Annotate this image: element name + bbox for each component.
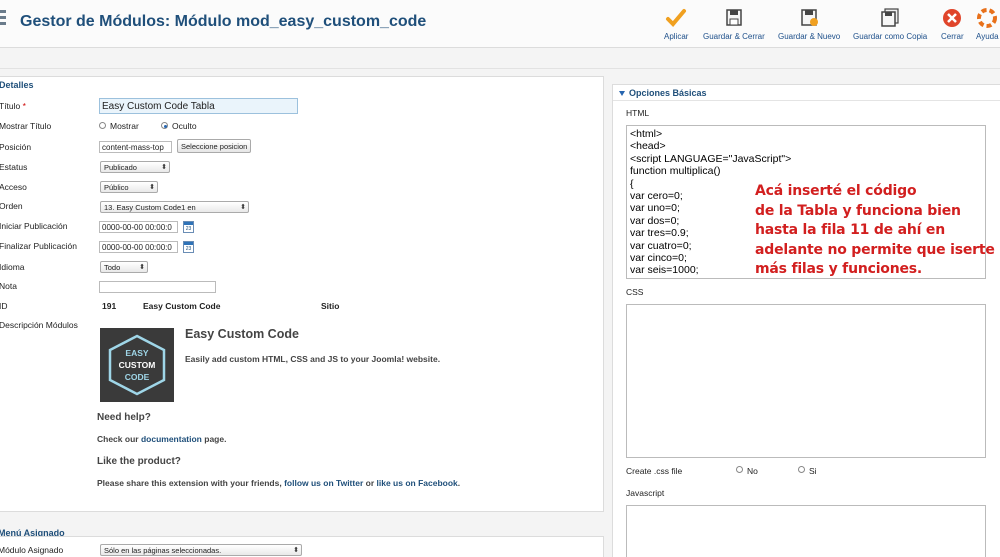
- details-panel: Detalles Título * Easy Custom Code Tabla…: [0, 76, 604, 512]
- calendar-icon[interactable]: 23: [183, 241, 194, 253]
- order-label: Orden: [0, 201, 23, 211]
- order-select[interactable]: 13. Easy Custom Code1 en ⬍: [100, 201, 249, 213]
- create-css-no-radio[interactable]: [736, 466, 743, 473]
- javascript-textarea[interactable]: [626, 505, 986, 557]
- close-icon: [943, 9, 962, 27]
- css-textarea[interactable]: [626, 304, 986, 458]
- subheader-bar: [0, 49, 1000, 69]
- show-title-show-label: Mostrar: [110, 121, 139, 131]
- save-close-button[interactable]: Guardar & Cerrar: [703, 8, 765, 41]
- status-label: Estatus: [0, 162, 28, 172]
- facebook-link[interactable]: like us on Facebook: [377, 478, 458, 488]
- updown-arrow-icon: ⬍: [293, 547, 299, 554]
- updown-arrow-icon: ⬍: [139, 264, 145, 271]
- panel-divider: [613, 100, 1000, 101]
- note-label: Nota: [0, 281, 17, 291]
- select-position-button[interactable]: Seleccione posicion: [177, 139, 252, 153]
- show-title-hide-label: Oculto: [172, 121, 197, 131]
- id-module-name: Easy Custom Code: [143, 301, 221, 311]
- position-input[interactable]: content-mass-top: [99, 141, 172, 153]
- description-heading: Easy Custom Code: [185, 327, 299, 341]
- twitter-link[interactable]: follow us on Twitter: [284, 478, 363, 488]
- module-manager-icon: [0, 10, 8, 32]
- need-help-heading: Need help?: [97, 412, 151, 423]
- page-title: Gestor de Módulos: Módulo mod_easy_custo…: [20, 13, 427, 30]
- css-label: CSS: [626, 287, 644, 297]
- note-input[interactable]: [99, 281, 216, 293]
- collapse-triangle-icon: [619, 91, 625, 97]
- logo-line-2: CUSTOM: [119, 360, 156, 370]
- menu-assignment-panel: [0, 536, 604, 557]
- access-label: Acceso: [0, 182, 27, 192]
- close-label: Cerrar: [941, 32, 964, 41]
- id-value: 191: [102, 301, 117, 311]
- module-assignment-select[interactable]: Sólo en las páginas seleccionadas. ⬍: [100, 544, 302, 556]
- description-tagline: Easily add custom HTML, CSS and JS to yo…: [185, 354, 441, 364]
- create-css-yes-radio[interactable]: [798, 466, 805, 473]
- logo-line-1: EASY: [125, 348, 148, 358]
- start-publishing-label: Iniciar Publicación: [0, 221, 68, 231]
- help-button[interactable]: Ayuda: [976, 8, 999, 41]
- finish-publishing-label: Finalizar Publicación: [0, 241, 77, 251]
- documentation-link[interactable]: documentation: [141, 434, 202, 444]
- logo-line-3: CODE: [125, 372, 150, 382]
- help-icon: [977, 8, 998, 28]
- save-new-label: Guardar & Nuevo: [778, 32, 841, 41]
- save-new-icon: [801, 9, 819, 26]
- position-label: Posición: [0, 142, 32, 152]
- close-button[interactable]: Cerrar: [941, 8, 964, 41]
- updown-arrow-icon: ⬍: [161, 164, 167, 171]
- save-close-label: Guardar & Cerrar: [703, 32, 765, 41]
- documentation-text: Check our documentation page.: [97, 434, 227, 444]
- create-css-yes-label: Si: [809, 466, 817, 476]
- help-label: Ayuda: [976, 32, 999, 41]
- easy-custom-code-logo: EASY CUSTOM CODE: [100, 328, 174, 402]
- title-input[interactable]: Easy Custom Code Tabla: [99, 98, 298, 114]
- save-copy-icon: [881, 8, 899, 27]
- module-assignment-label: Módulo Asignado: [0, 545, 64, 555]
- updown-arrow-icon: ⬍: [240, 204, 246, 211]
- apply-button[interactable]: Aplicar: [664, 8, 688, 41]
- title-label: Título *: [0, 101, 26, 111]
- show-title-label: Mostrar Título: [0, 121, 52, 131]
- details-legend: Detalles: [0, 80, 34, 90]
- javascript-label: Javascript: [626, 488, 665, 498]
- basic-options-toggle[interactable]: Opciones Básicas: [619, 88, 707, 98]
- id-label: ID: [0, 301, 8, 311]
- save-icon: [726, 9, 742, 26]
- save-copy-label: Guardar como Copia: [853, 32, 928, 41]
- checkmark-icon: [666, 9, 687, 27]
- header: Gestor de Módulos: Módulo mod_easy_custo…: [0, 0, 1000, 48]
- calendar-icon[interactable]: 23: [183, 221, 194, 233]
- status-select[interactable]: Publicado ⬍: [100, 161, 170, 173]
- share-text: Please share this extension with your fr…: [97, 478, 461, 488]
- description-label: Descripción Módulos: [0, 320, 78, 330]
- user-annotation: Acá inserté el código de la Tabla y func…: [755, 183, 995, 277]
- like-product-heading: Like the product?: [97, 456, 181, 467]
- language-label: Idioma: [0, 262, 25, 272]
- language-select[interactable]: Todo ⬍: [100, 261, 148, 273]
- start-publishing-input[interactable]: 0000-00-00 00:00:0: [99, 221, 178, 233]
- create-css-no-label: No: [747, 466, 758, 476]
- id-site: Sitio: [321, 301, 340, 311]
- basic-options-panel: Opciones Básicas HTML <html> <head> <scr…: [612, 84, 1000, 557]
- save-new-button[interactable]: Guardar & Nuevo: [778, 8, 840, 41]
- html-label: HTML: [626, 108, 650, 118]
- create-css-label: Create .css file: [626, 466, 683, 476]
- finish-publishing-input[interactable]: 0000-00-00 00:00:0: [99, 241, 178, 253]
- access-select[interactable]: Público ⬍: [100, 181, 158, 193]
- save-copy-button[interactable]: Guardar como Copia: [853, 8, 927, 41]
- show-title-hide-radio[interactable]: [161, 122, 168, 129]
- show-title-show-radio[interactable]: [99, 122, 106, 129]
- updown-arrow-icon: ⬍: [149, 184, 155, 191]
- apply-label: Aplicar: [664, 32, 689, 41]
